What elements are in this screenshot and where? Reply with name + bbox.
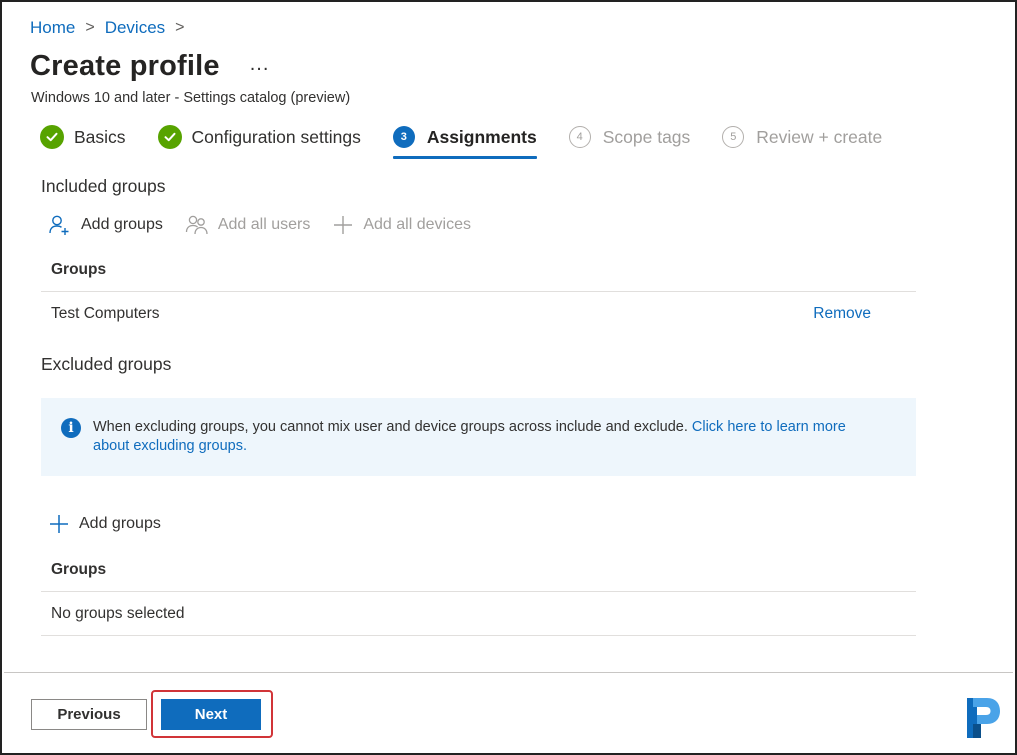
page-subtitle: Windows 10 and later - Settings catalog … (31, 90, 351, 106)
step-label: Assignments (426, 126, 537, 147)
info-message: When excluding groups, you cannot mix us… (93, 418, 883, 456)
excluded-command-bar: Add groups (48, 513, 183, 535)
table-row-empty: No groups selected (41, 592, 916, 636)
checkmark-icon (40, 125, 64, 149)
step-label: Configuration settings (191, 126, 361, 147)
breadcrumb-devices-link[interactable]: Devices (105, 18, 165, 38)
app-window: Home > Devices > Create profile ... Wind… (0, 0, 1017, 755)
add-excluded-groups-button[interactable]: Add groups (48, 513, 161, 535)
table-header-groups: Groups (41, 248, 916, 292)
step-number: 3 (392, 126, 415, 148)
included-groups-heading: Included groups (41, 176, 166, 196)
breadcrumb-separator: > (175, 19, 185, 36)
add-all-users-button[interactable]: Add all users (185, 214, 311, 236)
step-label: Basics (74, 126, 126, 147)
plus-icon (334, 216, 353, 234)
step-number: 4 (568, 126, 591, 148)
page-title: Create profile (30, 50, 220, 82)
plus-icon (50, 515, 68, 533)
previous-button[interactable]: Previous (31, 699, 147, 730)
brand-logo (967, 698, 1000, 738)
included-command-bar: Add groups Add all users Add all devices (48, 214, 493, 236)
excluded-groups-heading: Excluded groups (41, 354, 172, 374)
table-row: Test Computers Remove (41, 292, 916, 336)
title-row: Create profile ... (30, 50, 269, 83)
breadcrumb: Home > Devices > (30, 18, 195, 38)
info-message-text: When excluding groups, you cannot mix us… (93, 419, 688, 435)
wizard-steps: Basics Configuration settings 3 Assignme… (40, 122, 914, 159)
info-message-bar: i When excluding groups, you cannot mix … (41, 398, 916, 476)
add-groups-label: Add groups (79, 515, 161, 532)
breadcrumb-separator: > (85, 19, 95, 36)
next-button[interactable]: Next (161, 699, 261, 730)
step-basics[interactable]: Basics (40, 122, 126, 152)
step-review-create[interactable]: 5 Review + create (722, 122, 882, 152)
checkmark-icon (157, 125, 182, 149)
excluded-groups-table: Groups No groups selected (41, 548, 916, 636)
info-icon: i (61, 418, 81, 438)
remove-group-link[interactable]: Remove (813, 305, 871, 323)
person-add-icon (49, 215, 69, 235)
add-all-users-label: Add all users (217, 216, 311, 233)
add-all-devices-button[interactable]: Add all devices (332, 214, 471, 236)
footer-divider (4, 672, 1013, 673)
add-groups-label: Add groups (81, 216, 163, 233)
add-groups-button[interactable]: Add groups (48, 214, 163, 236)
step-label: Scope tags (602, 126, 691, 147)
step-scope-tags[interactable]: 4 Scope tags (568, 122, 691, 152)
people-icon (185, 215, 208, 235)
add-all-devices-label: Add all devices (363, 216, 471, 233)
step-label: Review + create (756, 126, 883, 147)
group-name: Test Computers (51, 305, 160, 322)
breadcrumb-home-link[interactable]: Home (30, 18, 75, 38)
step-configuration-settings[interactable]: Configuration settings (157, 122, 361, 152)
step-assignments[interactable]: 3 Assignments (392, 122, 537, 159)
step-number: 5 (722, 126, 745, 148)
included-groups-table: Groups Test Computers Remove (41, 248, 916, 336)
table-header-groups: Groups (41, 548, 916, 592)
more-options-button[interactable]: ... (250, 53, 270, 76)
